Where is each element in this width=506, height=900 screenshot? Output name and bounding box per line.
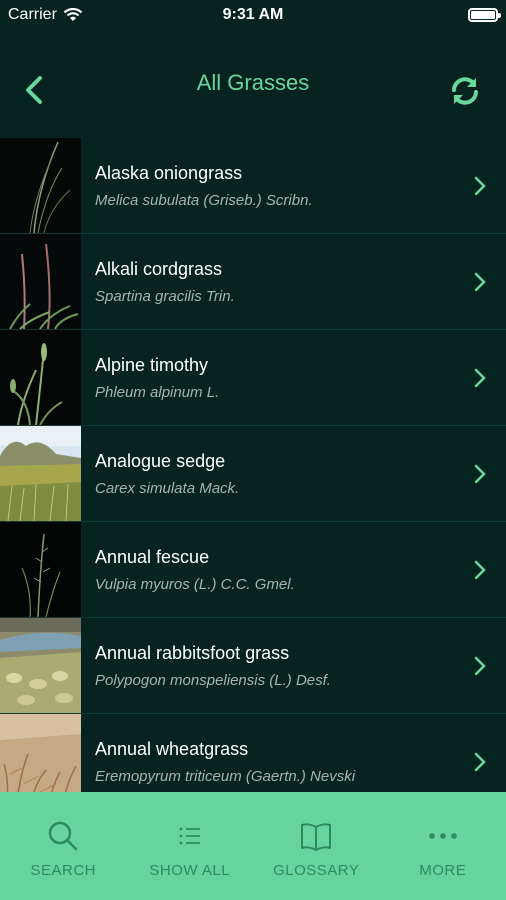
row-text: Annual fescue Vulpia myuros (L.) C.C. Gm… — [81, 547, 506, 593]
chevron-right-icon — [474, 464, 486, 484]
grass-scientific-name: Polypogon monspeliensis (L.) Desf. — [95, 671, 331, 689]
grass-scientific-name: Carex simulata Mack. — [95, 479, 240, 497]
grass-scientific-name: Spartina gracilis Trin. — [95, 287, 235, 305]
list-item[interactable]: Annual wheatgrass Eremopyrum triticeum (… — [0, 714, 506, 792]
chevron-right-icon — [474, 176, 486, 196]
list-icon — [179, 827, 200, 845]
tab-icon-wrap — [428, 818, 458, 854]
tab-label: MORE — [419, 862, 467, 879]
tab-more[interactable]: MORE — [380, 792, 506, 900]
row-text: Annual wheatgrass Eremopyrum triticeum (… — [81, 739, 506, 785]
list-item[interactable]: Alkali cordgrass Spartina gracilis Trin. — [0, 234, 506, 330]
status-right — [468, 8, 506, 22]
grass-thumbnail — [0, 138, 81, 233]
list-item[interactable]: Alaska oniongrass Melica subulata (Grise… — [0, 138, 506, 234]
grass-scientific-name: Melica subulata (Griseb.) Scribn. — [95, 191, 313, 209]
grass-scientific-name: Phleum alpinum L. — [95, 383, 220, 401]
page-title: All Grasses — [196, 70, 310, 95]
list-item[interactable]: Annual rabbitsfoot grass Polypogon monsp… — [0, 618, 506, 714]
navigation-bar: All Grasses — [0, 30, 506, 136]
grass-list: Alaska oniongrass Melica subulata (Grise… — [0, 138, 506, 792]
tab-show-all[interactable]: SHOW ALL — [127, 792, 254, 900]
back-chevron-icon[interactable] — [20, 74, 50, 106]
battery-level — [471, 11, 495, 19]
chevron-right-icon — [474, 368, 486, 388]
tab-label: SEARCH — [30, 862, 96, 879]
grass-scientific-name: Eremopyrum triticeum (Gaertn.) Nevski — [95, 767, 356, 785]
wifi-icon — [63, 8, 83, 21]
grass-name: Annual wheatgrass — [95, 738, 249, 759]
status-left: Carrier — [0, 6, 83, 24]
grass-thumbnail — [0, 330, 81, 425]
refresh-icon[interactable] — [448, 74, 482, 108]
chevron-right-icon — [474, 656, 486, 676]
list-item[interactable]: Analogue sedge Carex simulata Mack. — [0, 426, 506, 522]
tab-icon-wrap — [176, 818, 204, 854]
chevron-right-icon — [474, 560, 486, 580]
book-icon — [301, 823, 332, 851]
tab-icon-wrap — [47, 818, 79, 854]
list-item[interactable]: Alpine timothy Phleum alpinum L. — [0, 330, 506, 426]
row-text: Alkali cordgrass Spartina gracilis Trin. — [81, 259, 506, 305]
grass-thumbnail — [0, 714, 81, 792]
grass-name: Alaska oniongrass — [95, 162, 243, 183]
grass-name: Alkali cordgrass — [95, 258, 223, 279]
grass-name: Annual rabbitsfoot grass — [95, 642, 290, 663]
search-icon — [49, 821, 78, 851]
tab-label: SHOW ALL — [149, 862, 231, 879]
tab-icon-wrap — [299, 818, 333, 854]
chevron-right-icon — [474, 752, 486, 772]
tab-label: GLOSSARY — [273, 862, 360, 879]
grass-name: Annual fescue — [95, 546, 210, 567]
grass-name: Analogue sedge — [95, 450, 226, 471]
chevron-right-icon — [474, 272, 486, 292]
tab-search[interactable]: SEARCH — [0, 792, 127, 900]
grass-scientific-name: Vulpia myuros (L.) C.C. Gmel. — [95, 575, 295, 593]
row-text: Annual rabbitsfoot grass Polypogon monsp… — [81, 643, 506, 689]
tab-bar: SEARCH SHOW ALL GLOSSARY MORE — [0, 792, 506, 900]
battery-icon — [468, 8, 501, 22]
grass-thumbnail — [0, 426, 81, 521]
list-item[interactable]: Annual fescue Vulpia myuros (L.) C.C. Gm… — [0, 522, 506, 618]
row-text: Alaska oniongrass Melica subulata (Grise… — [81, 163, 506, 209]
more-icon — [428, 833, 457, 839]
tab-glossary[interactable]: GLOSSARY — [253, 792, 380, 900]
grass-thumbnail — [0, 234, 81, 329]
grass-thumbnail — [0, 522, 81, 617]
grass-name: Alpine timothy — [95, 354, 209, 375]
row-text: Analogue sedge Carex simulata Mack. — [81, 451, 506, 497]
row-text: Alpine timothy Phleum alpinum L. — [81, 355, 506, 401]
carrier-label: Carrier — [8, 6, 57, 23]
status-bar: Carrier 9:31 AM — [0, 0, 506, 30]
grass-thumbnail — [0, 618, 81, 713]
